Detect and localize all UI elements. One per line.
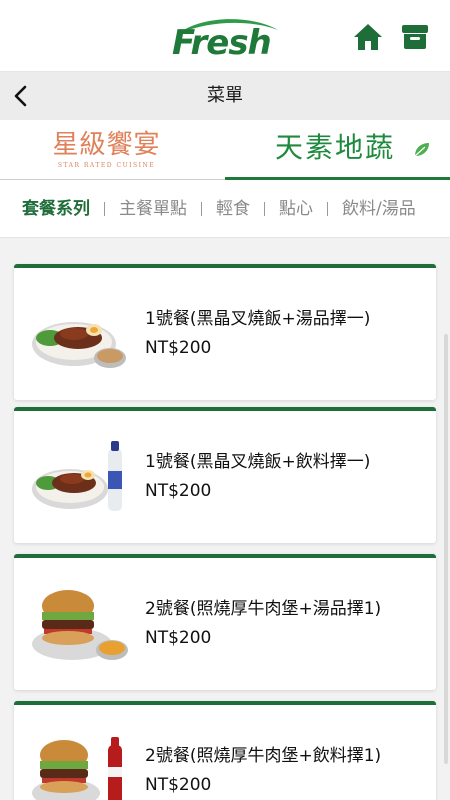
logo-text: Fresh [172,23,272,63]
brand-tab-label: 天素地蔬 [275,131,396,164]
brand-tab-label: 星級饗宴 [52,130,161,160]
home-icon[interactable] [352,22,384,52]
category-divider [104,202,105,216]
category-tab-bar: 套餐系列 主餐單點 輕食 點心 飲料/湯品 [0,180,450,238]
category-tab-main-dishes[interactable]: 主餐單點 [119,198,187,220]
menu-item-name: 1號餐(黑晶叉燒飯+湯品擇一) [145,309,371,329]
category-divider [264,202,265,216]
leaf-icon [414,143,429,157]
scrollbar[interactable] [444,334,448,764]
menu-item-price: NT$200 [145,775,212,795]
category-tab-set-meals[interactable]: 套餐系列 [22,198,90,220]
bbq-pork-rice-soup-image [32,322,126,368]
fresh-logo[interactable]: Fresh [170,12,280,62]
menu-item-name: 1號餐(黑晶叉燒飯+飲料擇一) [145,452,371,472]
menu-item-name: 2號餐(照燒厚牛肉堡+飲料擇1) [145,746,382,766]
brand-tab-vegetarian[interactable]: 天素地蔬 [225,120,450,180]
menu-item-price: NT$200 [145,481,212,501]
category-tab-light-meals[interactable]: 輕食 [216,198,250,220]
category-tab-snacks[interactable]: 點心 [279,198,313,220]
category-tab-drinks-soups[interactable]: 飲料/湯品 [342,198,416,220]
brand-tabs: 星級饗宴 STAR RATED CUISINE 天素地蔬 [0,120,450,180]
category-divider [327,202,328,216]
bbq-pork-rice-drink-image [32,441,122,511]
page-title: 菜單 [207,85,243,106]
brand-tab-sublabel: STAR RATED CUISINE [57,162,156,169]
menu-item-card[interactable]: 2號餐(照燒厚牛肉堡+飲料擇1) NT$200 [14,701,436,800]
archive-box-icon[interactable] [400,22,430,52]
chevron-left-icon [14,85,27,107]
menu-item-name: 2號餐(照燒厚牛肉堡+湯品擇1) [145,599,382,619]
back-button[interactable] [10,84,34,108]
menu-item-card[interactable]: 2號餐(照燒厚牛肉堡+湯品擇1) NT$200 [14,554,436,690]
menu-item-price: NT$200 [145,628,212,648]
beef-burger-soup-image [32,590,128,660]
brand-tab-star-rated[interactable]: 星級饗宴 STAR RATED CUISINE [0,120,225,180]
menu-item-card[interactable]: 1號餐(黑晶叉燒飯+湯品擇一) NT$200 [14,264,436,400]
title-bar: 菜單 [0,72,450,120]
app-header: Fresh [0,0,450,72]
beef-burger-cola-image [32,737,122,800]
category-divider [201,202,202,216]
menu-item-price: NT$200 [145,338,212,358]
menu-item-card[interactable]: 1號餐(黑晶叉燒飯+飲料擇一) NT$200 [14,407,436,543]
